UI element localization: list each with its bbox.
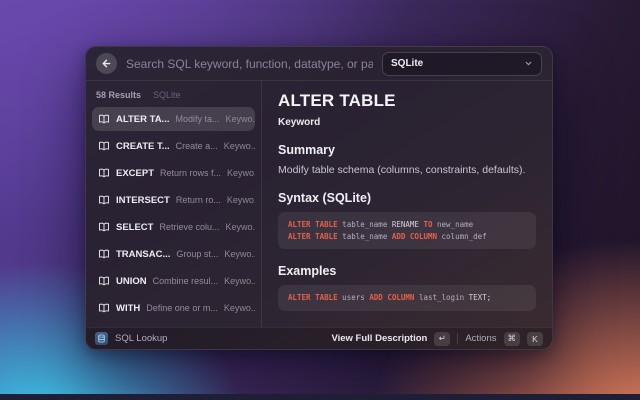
summary-text: Modify table schema (columns, constraint… — [278, 164, 536, 176]
result-tag: Keywo... — [224, 276, 255, 286]
result-description: Group st... — [176, 249, 218, 259]
k-key-badge[interactable]: K — [527, 332, 543, 346]
command-key-badge[interactable]: ⌘ — [504, 332, 521, 346]
book-open-icon — [98, 221, 110, 233]
book-open-icon — [98, 248, 110, 260]
result-name: INTERSECT — [116, 195, 170, 206]
detail-type-label: Keyword — [278, 117, 536, 128]
sql-lookup-window: SQLite 58 Results SQLite ALTER TA... Mod… — [85, 46, 553, 350]
results-count: 58 Results — [96, 90, 141, 100]
syntax-heading: Syntax (SQLite) — [278, 191, 536, 205]
back-button[interactable] — [96, 53, 117, 74]
result-description: Create a... — [176, 141, 218, 151]
result-name: UNION — [116, 276, 147, 287]
result-row-alter-table[interactable]: ALTER TA... Modify ta... Keywo... — [92, 107, 255, 131]
syntax-code-block: ALTER TABLE table_name RENAME TO new_nam… — [278, 212, 536, 249]
code-line: ALTER TABLE table_name ADD COLUMN column… — [288, 231, 526, 243]
result-description: Return ro... — [176, 195, 221, 205]
code-line: ALTER TABLE users ADD COLUMN last_login … — [288, 292, 526, 304]
app-name: SQL Lookup — [115, 333, 167, 344]
examples-code-block: ALTER TABLE users ADD COLUMN last_login … — [278, 285, 536, 311]
result-row-select[interactable]: SELECT Retrieve colu... Keywo... — [92, 215, 255, 239]
search-bar: SQLite — [86, 47, 552, 81]
result-tag: Keywo... — [224, 141, 255, 151]
result-name: SELECT — [116, 222, 153, 233]
book-open-icon — [98, 302, 110, 314]
status-bar: SQL Lookup View Full Description ↵ Actio… — [86, 327, 552, 349]
result-name: ALTER TA... — [116, 114, 169, 125]
result-tag: Keywo... — [224, 303, 255, 313]
engine-dropdown[interactable]: SQLite — [382, 52, 542, 76]
return-key-badge[interactable]: ↵ — [434, 332, 450, 346]
book-open-icon — [98, 167, 110, 179]
actions-button[interactable]: Actions — [465, 333, 496, 344]
result-description: Modify ta... — [175, 114, 219, 124]
book-open-icon — [98, 140, 110, 152]
result-description: Return rows f... — [160, 168, 221, 178]
result-row-except[interactable]: EXCEPT Return rows f... Keywo... — [92, 161, 255, 185]
arrow-left-icon — [101, 58, 112, 69]
result-row-transaction[interactable]: TRANSAC... Group st... Keywo... — [92, 242, 255, 266]
result-row-union[interactable]: UNION Combine resul... Keywo... — [92, 269, 255, 293]
detail-title: ALTER TABLE — [278, 91, 536, 111]
detail-panel: ALTER TABLE Keyword Summary Modify table… — [262, 81, 552, 327]
database-icon — [95, 332, 108, 345]
result-description: Define one or m... — [146, 303, 218, 313]
chevron-down-icon — [524, 59, 533, 68]
result-name: WITH — [116, 303, 140, 314]
window-body: 58 Results SQLite ALTER TA... Modify ta.… — [86, 81, 552, 327]
result-description: Combine resul... — [153, 276, 219, 286]
book-open-icon — [98, 113, 110, 125]
result-name: CREATE T... — [116, 141, 170, 152]
result-tag: Keywo... — [227, 195, 255, 205]
result-description: Retrieve colu... — [159, 222, 219, 232]
result-row-intersect[interactable]: INTERSECT Return ro... Keywo... — [92, 188, 255, 212]
status-divider — [457, 333, 458, 344]
search-input[interactable] — [126, 57, 373, 71]
view-full-description-button[interactable]: View Full Description — [331, 333, 427, 344]
result-name: EXCEPT — [116, 168, 154, 179]
result-tag: Keywo... — [226, 222, 255, 232]
book-open-icon — [98, 194, 110, 206]
result-tag: Keywo... — [227, 168, 255, 178]
status-actions: View Full Description ↵ Actions ⌘ K — [331, 332, 543, 346]
result-row-with[interactable]: WITH Define one or m... Keywo... — [92, 296, 255, 320]
wallpaper-bottom-strip — [0, 394, 640, 400]
engine-dropdown-value: SQLite — [391, 58, 524, 69]
examples-heading: Examples — [278, 264, 536, 278]
results-header: 58 Results SQLite — [92, 87, 255, 107]
summary-heading: Summary — [278, 143, 536, 157]
result-tag: Keywo... — [224, 249, 255, 259]
result-tag: Keywo... — [226, 114, 256, 124]
result-row-create-table[interactable]: CREATE T... Create a... Keywo... — [92, 134, 255, 158]
results-sidebar: 58 Results SQLite ALTER TA... Modify ta.… — [86, 81, 262, 327]
results-filter: SQLite — [153, 90, 181, 100]
book-open-icon — [98, 275, 110, 287]
result-name: TRANSAC... — [116, 249, 170, 260]
code-line: ALTER TABLE table_name RENAME TO new_nam… — [288, 219, 526, 231]
